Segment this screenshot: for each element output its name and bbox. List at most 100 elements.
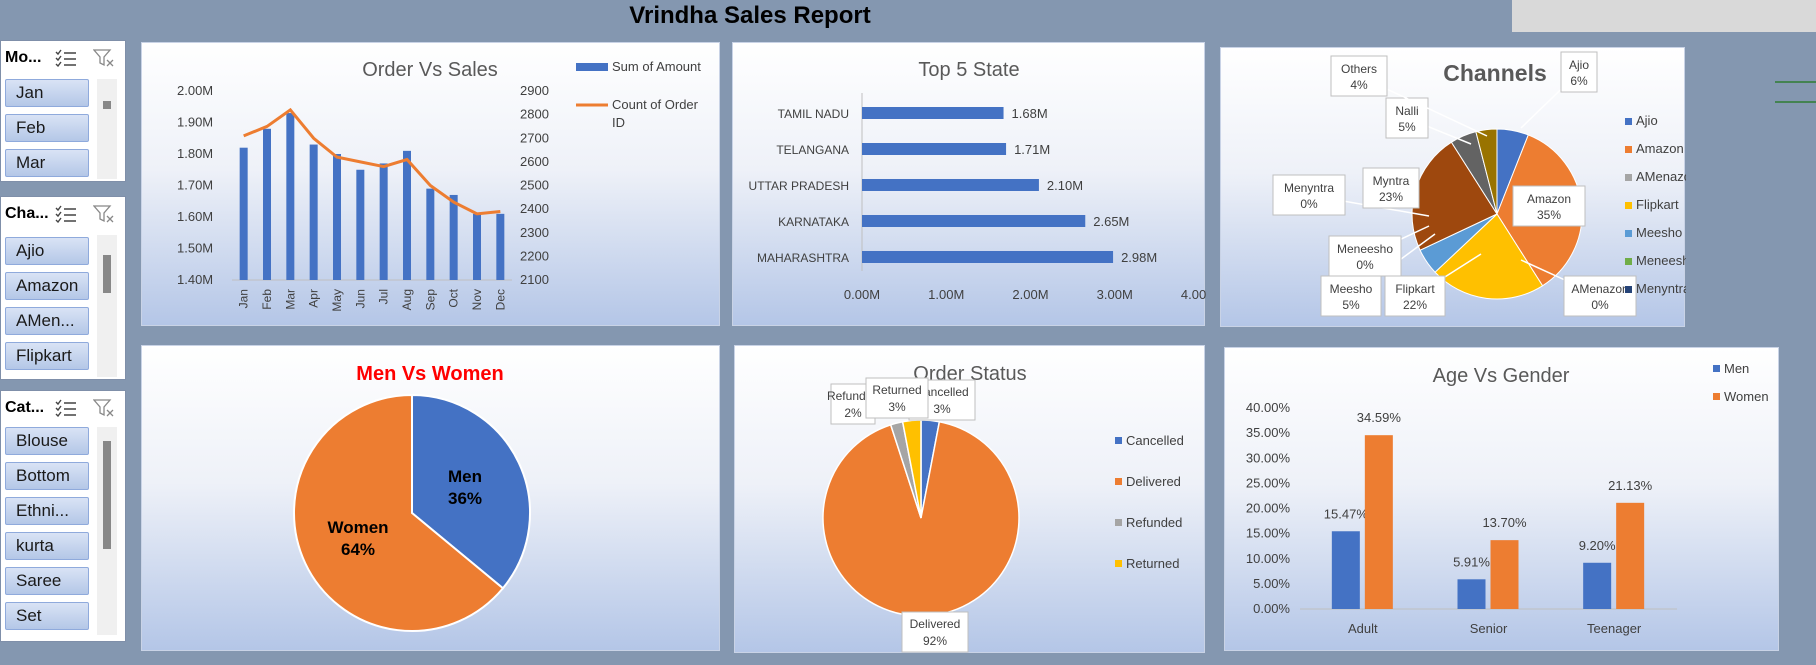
slicer-item-mar[interactable]: Mar [5,149,89,177]
right-axis-tick-label: 2700 [520,130,549,145]
x-axis-tick-label: Feb [260,289,274,310]
clear-filter-icon[interactable] [93,399,115,417]
x-axis-tick-label: Dec [493,289,507,310]
bar-sum-of-amount [473,213,481,280]
panel-channels: Channels Ajio 6% Amazon 35% AMenazon 0% Flipkar… [1220,47,1686,327]
x-axis-tick-label: 4.00M [1181,287,1206,302]
slicer-channel: Cha... Ajio Amazon AMen... Flipkart [0,196,126,380]
legend-label-cancelled: Cancelled [1126,433,1184,448]
data-label-women: Women [327,518,388,537]
bar-data-label: 34.59% [1357,410,1402,425]
bar-sum-of-amount [356,169,365,280]
data-label-men: Men [448,467,482,486]
data-label-pct-flipkart: 22% [1403,298,1427,312]
data-label-pct-returned: 3% [888,400,906,414]
bar-sum-of-amount [286,113,295,280]
legend-label-women: Women [1724,389,1769,404]
channels-chart: Channels Ajio 6% Amazon 35% AMenazon 0% Flipkar… [1272,51,1686,317]
slicer-item-feb[interactable]: Feb [5,114,89,142]
x-axis-tick-label: Oct [447,288,461,307]
scroll-thumb[interactable] [103,101,111,109]
bar-men-teenager [1583,562,1612,609]
bar-data-label: 5.91% [1453,554,1490,569]
slicer-item-ajio[interactable]: Ajio [5,237,89,265]
slicer-channel-scrollbar[interactable] [97,235,117,377]
data-label-pct-others: 4% [1350,78,1368,92]
legend-label-count-of-order-id: Count of Order [612,97,699,112]
chart-title: Top 5 State [918,59,1019,81]
legend-swatch-women [1713,393,1720,400]
data-label-pct-men: 36% [448,489,482,508]
slicer-item-blouse[interactable]: Blouse [5,427,89,455]
slicer-item-flipkart[interactable]: Flipkart [5,342,89,370]
slicer-item-kurta[interactable]: kurta [5,532,89,560]
data-label-pct-nalli: 5% [1398,120,1416,134]
scroll-thumb[interactable] [103,255,111,293]
data-label-myntra: Myntra [1373,174,1410,188]
multi-select-icon[interactable] [55,399,77,417]
slicer-item-bottom[interactable]: Bottom [5,462,89,490]
legend-label-meesho: Meesho [1636,225,1682,240]
bar-data-label: 1.68M [1012,106,1048,121]
x-axis-tick-label: Mar [283,289,297,310]
chart-title: Age Vs Gender [1433,365,1570,387]
legend-swatch-meesho [1625,230,1632,237]
slicer-item-jan[interactable]: Jan [5,79,89,107]
data-label-amazon: Amazon [1527,192,1571,206]
bar-women-adult [1364,435,1393,609]
slicer-item-set[interactable]: Set [5,602,89,630]
data-label-pct-refunded: 2% [844,406,862,420]
panel-age-vs-gender: Age Vs Gender 40.00% 35.00% 30.00% 25.00% 20.… [1224,347,1779,651]
bar-sum-of-amount [426,188,435,280]
right-axis-tick-label: 2800 [520,107,549,122]
bar-data-label: 13.70% [1482,515,1527,530]
slicer-category-scrollbar[interactable] [97,427,117,635]
right-axis-tick-label: 2100 [520,272,549,287]
multi-select-icon[interactable] [55,205,77,223]
legend-label-refunded: Refunded [1126,515,1182,530]
legend-swatch-ajio [1625,118,1632,125]
x-axis-tick-label: 1.00M [928,287,964,302]
data-label-flipkart: Flipkart [1395,282,1435,296]
clear-filter-icon[interactable] [93,205,115,223]
slicer-month-scrollbar[interactable] [97,79,117,179]
order-status-chart: Order StatusRefunded2%Cancelled3%Returne… [822,363,1184,653]
clear-filter-icon[interactable] [93,49,115,67]
scroll-thumb[interactable] [103,441,111,549]
y-axis-tick-label: 0.00% [1253,601,1290,616]
slicer-item-saree[interactable]: Saree [5,567,89,595]
data-label-returned: Returned [872,383,921,397]
x-axis-tick-label: Adult [1348,621,1378,636]
legend-label-menyntra: Menyntra [1636,281,1686,296]
bar-uttar-pradesh [862,179,1039,191]
x-axis-tick-label: Jul [377,289,391,304]
slicer-item-amenazon[interactable]: AMen... [5,307,89,335]
y-axis-tick-label: 35.00% [1246,425,1291,440]
multi-select-icon[interactable] [55,49,77,67]
bar-data-label: 15.47% [1324,506,1369,521]
slicer-item-ethnic[interactable]: Ethni... [5,497,89,525]
bar-sum-of-amount [239,147,248,280]
bar-sum-of-amount [309,144,318,280]
x-axis-tick-label: Aug [400,289,414,310]
bar-data-label: 2.98M [1121,250,1157,265]
data-label-meesho: Meesho [1330,282,1373,296]
right-axis-tick-label: 2900 [520,83,549,98]
slicer-item-amazon[interactable]: Amazon [5,272,89,300]
data-label-delivered: Delivered [910,617,961,631]
chart-title: Order Vs Sales [362,59,498,81]
left-axis-tick-label: 1.40M [177,272,213,287]
legend-swatch-sum-of-amount [576,63,608,71]
legend-label-count-of-order-id-cont: ID [612,115,625,130]
line-count-of-order-id [243,107,501,216]
bar-data-label: 1.71M [1014,142,1050,157]
chart-title: Channels [1443,60,1547,86]
data-label-pct-menyntra: 0% [1300,197,1318,211]
data-label-ajio: Ajio [1569,58,1589,72]
y-axis-tick-label: MAHARASHTRA [757,251,849,265]
data-label-others: Others [1341,62,1377,76]
x-axis-tick-label: Apr [307,289,321,308]
data-label-pct-meesho: 5% [1342,298,1360,312]
bar-telangana [862,143,1007,155]
panel-men-vs-women: Men Vs Women Men 36% Women 64% [141,345,720,651]
